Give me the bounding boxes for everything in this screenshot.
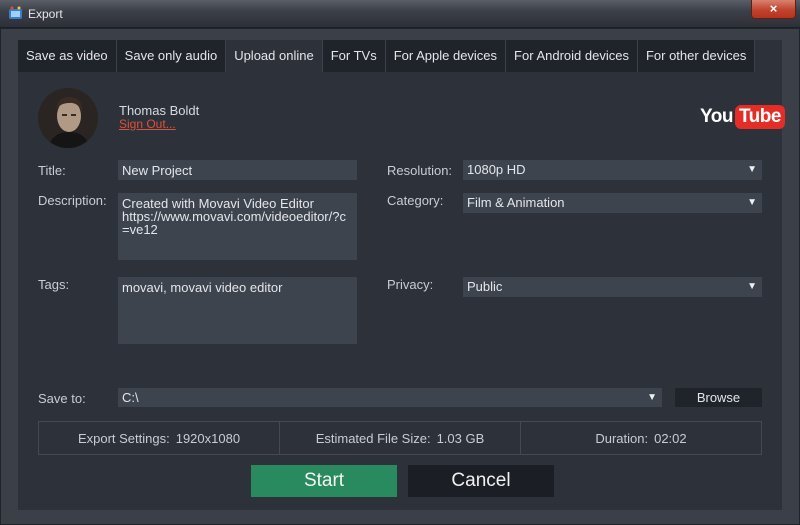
save-to-value: C:\ [122, 390, 139, 405]
export-settings-label: Export Settings: [77, 430, 170, 446]
save-to-label: Save to: [38, 391, 86, 406]
avatar [38, 88, 98, 148]
title-bar: Export × [0, 0, 800, 28]
privacy-select[interactable]: Public ▼ [463, 277, 762, 297]
save-to-path[interactable]: C:\ ▼ [118, 388, 662, 407]
file-size-label: Estimated File Size: [315, 430, 431, 446]
title-field[interactable]: New Project [118, 160, 357, 180]
tab-for-apple-devices[interactable]: For Apple devices [385, 40, 507, 72]
export-settings-info: Export Settings: 1920x1080 [39, 422, 279, 454]
window-title: Export [28, 7, 63, 21]
tab-for-other-devices[interactable]: For other devices [637, 40, 756, 72]
category-value: Film & Animation [467, 195, 565, 210]
chevron-down-icon: ▼ [747, 164, 757, 175]
start-button[interactable]: Start [251, 465, 397, 497]
cancel-button[interactable]: Cancel [408, 465, 554, 497]
resolution-value: 1080p HD [467, 162, 526, 177]
tab-for-tvs[interactable]: For TVs [322, 40, 386, 72]
privacy-value: Public [467, 279, 503, 294]
chevron-down-icon: ▼ [647, 392, 657, 403]
tab-upload-online[interactable]: Upload online [226, 40, 323, 72]
resolution-select[interactable]: 1080p HD ▼ [463, 160, 762, 180]
tab-save-only-audio[interactable]: Save only audio [116, 40, 227, 72]
duration-value: 02:02 [654, 430, 687, 446]
chevron-down-icon: ▼ [747, 197, 757, 208]
tags-field[interactable]: movavi, movavi video editor [118, 277, 357, 344]
youtube-logo-you: You [700, 106, 733, 127]
tab-save-as-video[interactable]: Save as video [18, 40, 117, 72]
account-name: Thomas Boldt [119, 103, 200, 118]
tags-label: Tags: [38, 277, 70, 292]
export-info-bar: Export Settings: 1920x1080 Estimated Fil… [38, 421, 762, 455]
tab-for-android-devices[interactable]: For Android devices [506, 40, 638, 72]
duration-label: Duration: [595, 430, 649, 446]
category-label: Category: [387, 193, 444, 208]
youtube-logo-tube: Tube [734, 105, 785, 129]
duration-info: Duration: 02:02 [520, 422, 761, 454]
browse-button[interactable]: Browse [675, 388, 762, 407]
chevron-down-icon: ▼ [747, 281, 757, 292]
close-button[interactable]: × [751, 0, 796, 19]
resolution-label: Resolution: [387, 163, 453, 178]
privacy-label: Privacy: [387, 277, 434, 292]
file-size-value: 1.03 GB [436, 430, 485, 446]
sign-out-link[interactable]: Sign Out... [119, 117, 176, 131]
description-label: Description: [38, 193, 107, 208]
description-field[interactable]: Created with Movavi Video Editor https:/… [118, 193, 357, 260]
title-label: Title: [38, 163, 66, 178]
export-tabs: Save as video Save only audio Upload onl… [18, 40, 756, 72]
file-size-info: Estimated File Size: 1.03 GB [279, 422, 520, 454]
category-select[interactable]: Film & Animation ▼ [463, 193, 762, 213]
app-icon [9, 6, 22, 19]
youtube-logo: You Tube [700, 104, 785, 130]
export-settings-value: 1920x1080 [175, 430, 241, 446]
